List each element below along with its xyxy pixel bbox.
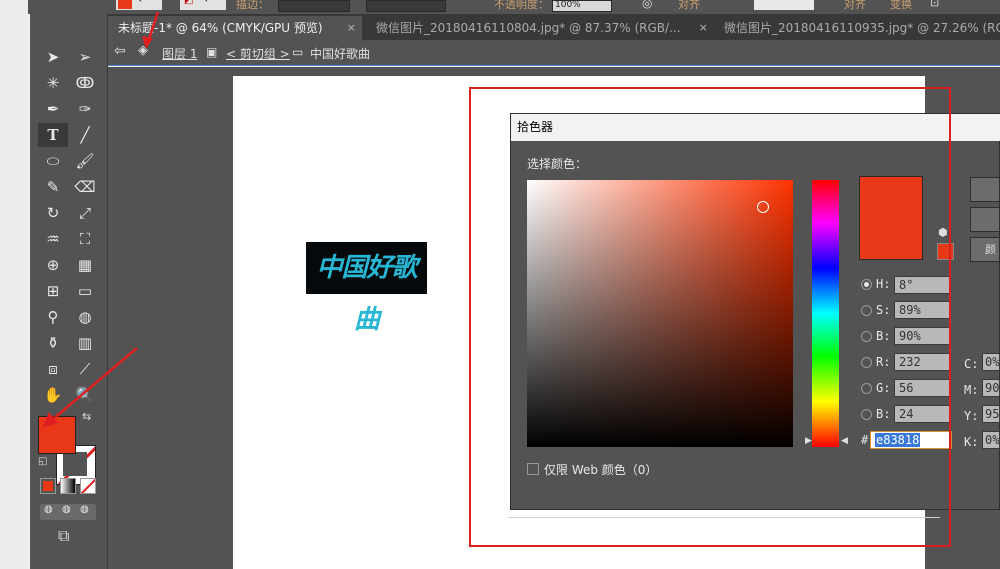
annotation-arrow-fill [42,347,138,428]
annotation-arrows [42,11,160,428]
annotation-arrow-top [142,11,160,49]
